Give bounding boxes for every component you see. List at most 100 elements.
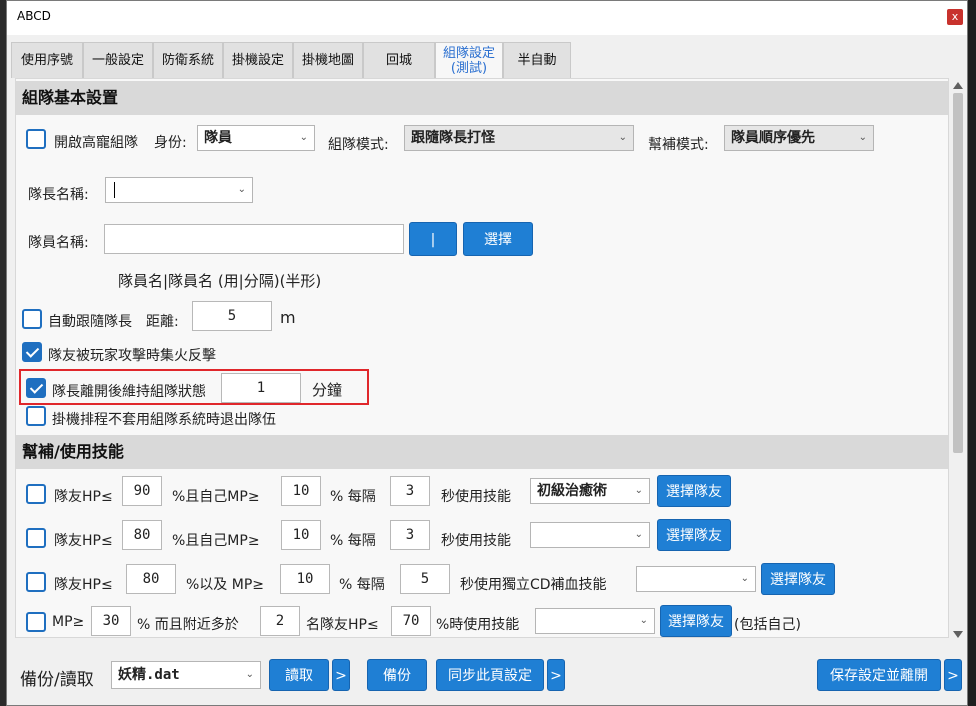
heal-row2-skill-label: 秒使用技能 xyxy=(441,533,511,549)
auto-follow-checkbox[interactable] xyxy=(22,309,42,329)
heal-row3-interval-label: % 每隔 xyxy=(339,577,385,593)
leader-name-label: 隊長名稱: xyxy=(28,187,89,203)
heal-row4-hp-label: 名隊友HP≤ xyxy=(306,617,379,633)
heal-row4-skill-select[interactable]: ⌄ xyxy=(535,608,655,634)
heal-row2-checkbox[interactable] xyxy=(26,528,46,548)
settings-panel: 組隊基本設置 開啟高寵組隊 身份: 隊員 ⌄ 組隊模式: 跟隨隊長打怪 ⌄ 幫補… xyxy=(15,78,949,638)
chevron-down-icon: ⌄ xyxy=(237,184,246,195)
close-button[interactable]: x xyxy=(947,9,963,25)
heal-row2-mp-input[interactable]: 10 xyxy=(281,520,321,550)
distance-label: 距離: xyxy=(146,314,179,330)
distance-input[interactable]: 5 xyxy=(192,301,272,331)
heal-row1-skill-value: 初級治癒術 xyxy=(537,483,607,499)
member-name-input[interactable] xyxy=(104,224,404,254)
chevron-down-icon: ⌄ xyxy=(245,669,254,680)
heal-mode-select[interactable]: 隊員順序優先 ⌄ xyxy=(724,125,874,151)
scroll-up-arrow-icon[interactable] xyxy=(953,81,963,89)
leader-name-combo[interactable]: ⌄ xyxy=(105,177,253,203)
heal-row1-interval-label: % 每隔 xyxy=(330,489,376,505)
title-bar: ABCD x xyxy=(7,1,967,35)
heal-row1-hp-input[interactable]: 90 xyxy=(122,476,162,506)
tab-serial[interactable]: 使用序號 xyxy=(11,42,83,78)
mode-select[interactable]: 跟隨隊長打怪 ⌄ xyxy=(404,125,634,151)
tab-return[interactable]: 回城 xyxy=(363,42,435,78)
heal-row1-select-member-button[interactable]: 選擇隊友 xyxy=(657,475,731,507)
read-more-button[interactable]: > xyxy=(332,659,350,691)
chevron-down-icon: ⌄ xyxy=(639,615,648,626)
scroll-down-arrow-icon[interactable] xyxy=(953,631,963,639)
highlight-box xyxy=(19,369,369,405)
heal-row2-seconds-input[interactable]: 3 xyxy=(390,520,430,550)
mode-value: 跟隨隊長打怪 xyxy=(411,130,495,146)
heal-row3-skill-select[interactable]: ⌄ xyxy=(636,566,756,592)
heal-row4-checkbox[interactable] xyxy=(26,612,46,632)
leader-name-value xyxy=(114,182,115,198)
select-member-button[interactable]: 選擇 xyxy=(463,222,533,256)
backup-button[interactable]: 備份 xyxy=(367,659,427,691)
heal-row1-mp-input[interactable]: 10 xyxy=(281,476,321,506)
tab-party-settings[interactable]: 組隊設定 (測試) xyxy=(435,42,503,78)
heal-row4-mp-label: MP≥ xyxy=(52,614,85,630)
mode-label: 組隊模式: xyxy=(328,137,389,153)
exit-party-checkbox[interactable] xyxy=(26,406,46,426)
heal-row3-mp-input[interactable]: 10 xyxy=(280,564,330,594)
heal-mode-label: 幫補模式: xyxy=(648,137,709,153)
app-window: ABCD x 使用序號 一般設定 防衛系統 掛機設定 掛機地圖 回城 組隊設定 … xyxy=(6,0,968,706)
heal-row2-hp-label: 隊友HP≤ xyxy=(54,533,113,549)
heal-row1-skill-select[interactable]: 初級治癒術 ⌄ xyxy=(530,478,650,504)
backup-file-select[interactable]: 妖精.dat ⌄ xyxy=(111,661,261,689)
role-select[interactable]: 隊員 ⌄ xyxy=(197,125,315,151)
chevron-down-icon: ⌄ xyxy=(618,132,627,143)
enable-party-label: 開啟高寵組隊 xyxy=(54,135,138,151)
section-title-party-basic: 組隊基本設置 xyxy=(16,81,948,115)
heal-row1-mp-label: %且自己MP≥ xyxy=(172,489,260,505)
heal-row2-hp-input[interactable]: 80 xyxy=(122,520,162,550)
backup-file-value: 妖精.dat xyxy=(118,667,180,683)
heal-row4-skill-label: %時使用技能 xyxy=(436,617,520,633)
heal-row2-skill-select[interactable]: ⌄ xyxy=(530,522,650,548)
save-more-button[interactable]: > xyxy=(944,659,962,691)
heal-row1-checkbox[interactable] xyxy=(26,484,46,504)
tab-defense[interactable]: 防衛系統 xyxy=(153,42,223,78)
counter-attack-checkbox[interactable] xyxy=(22,342,42,362)
heal-row3-mp-label: %以及 MP≥ xyxy=(186,577,265,593)
role-label: 身份: xyxy=(154,135,187,151)
heal-row2-interval-label: % 每隔 xyxy=(330,533,376,549)
heal-row1-hp-label: 隊友HP≤ xyxy=(54,489,113,505)
heal-row3-checkbox[interactable] xyxy=(26,572,46,592)
heal-row3-seconds-input[interactable]: 5 xyxy=(400,564,450,594)
heal-row4-mp-input[interactable]: 30 xyxy=(91,606,131,636)
heal-row3-select-member-button[interactable]: 選擇隊友 xyxy=(761,563,835,595)
counter-attack-label: 隊友被玩家攻擊時集火反擊 xyxy=(48,348,216,364)
chevron-down-icon: ⌄ xyxy=(858,132,867,143)
separator-button[interactable]: | xyxy=(409,222,457,256)
chevron-down-icon: ⌄ xyxy=(740,573,749,584)
read-button[interactable]: 讀取 xyxy=(269,659,329,691)
heal-row3-skill-label: 秒使用獨立CD補血技能 xyxy=(460,577,607,593)
heal-row4-include-self-label: (包括自己) xyxy=(734,617,801,633)
save-and-exit-button[interactable]: 保存設定並離開 xyxy=(817,659,941,691)
heal-row3-hp-input[interactable]: 80 xyxy=(126,564,176,594)
heal-row2-select-member-button[interactable]: 選擇隊友 xyxy=(657,519,731,551)
distance-unit: m xyxy=(280,308,296,327)
chevron-down-icon: ⌄ xyxy=(634,529,643,540)
heal-row4-hp-input[interactable]: 70 xyxy=(391,606,431,636)
chevron-down-icon: ⌄ xyxy=(299,132,308,143)
heal-row1-seconds-input[interactable]: 3 xyxy=(390,476,430,506)
tab-idle-map[interactable]: 掛機地圖 xyxy=(293,42,363,78)
heal-row2-mp-label: %且自己MP≥ xyxy=(172,533,260,549)
chevron-down-icon: ⌄ xyxy=(634,485,643,496)
heal-row4-count-input[interactable]: 2 xyxy=(260,606,300,636)
section-title-heal-skills: 幫補/使用技能 xyxy=(16,435,948,469)
scrollbar-thumb[interactable] xyxy=(953,93,963,453)
member-format-hint: 隊員名|隊員名 (用|分隔)(半形) xyxy=(118,272,322,290)
heal-row4-select-member-button[interactable]: 選擇隊友 xyxy=(660,605,732,637)
exit-party-label: 掛機排程不套用組隊系統時退出隊伍 xyxy=(52,412,276,428)
tab-semi-auto[interactable]: 半自動 xyxy=(503,42,571,78)
enable-party-checkbox[interactable] xyxy=(26,129,46,149)
sync-more-button[interactable]: > xyxy=(547,659,565,691)
tab-idle-settings[interactable]: 掛機設定 xyxy=(223,42,293,78)
window-title: ABCD xyxy=(17,9,51,23)
tab-general[interactable]: 一般設定 xyxy=(83,42,153,78)
sync-page-button[interactable]: 同步此頁設定 xyxy=(436,659,544,691)
